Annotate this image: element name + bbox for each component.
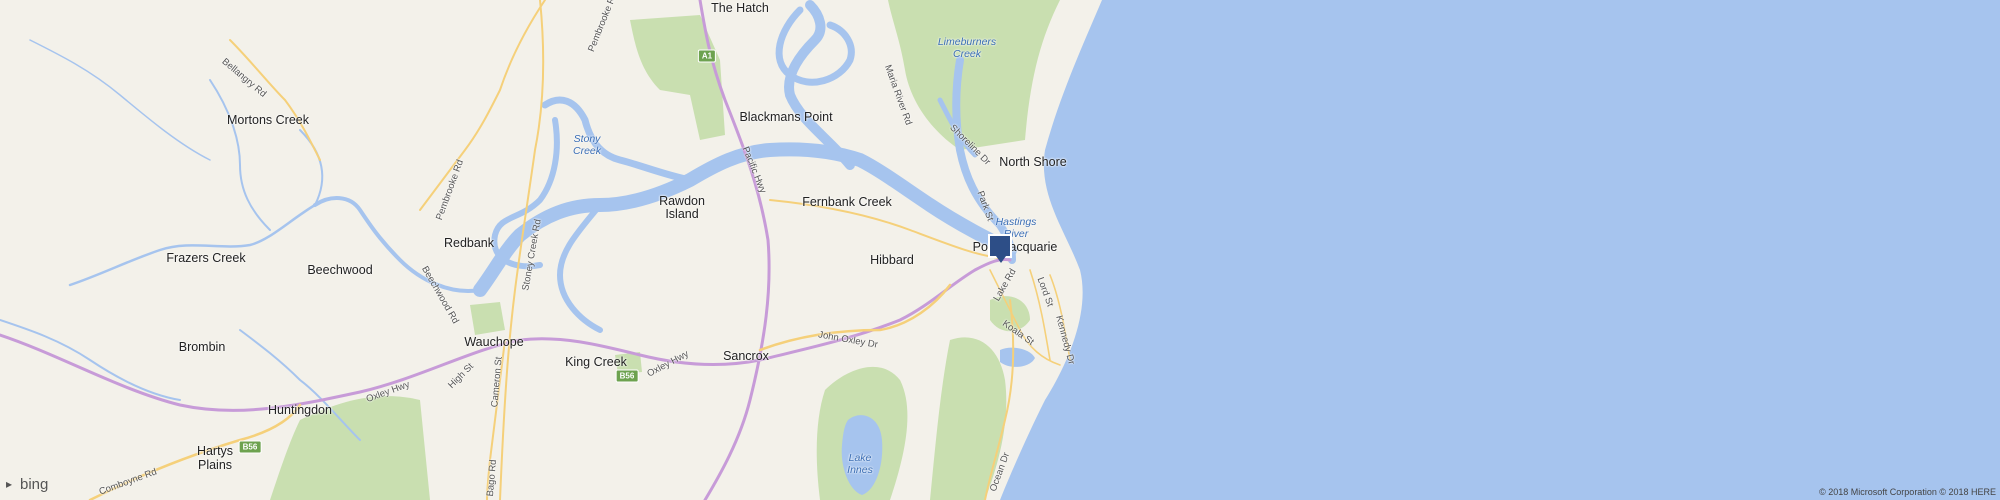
ocean xyxy=(1000,0,2000,500)
copyright-notice: © 2018 Microsoft Corporation © 2018 HERE xyxy=(1819,487,1996,497)
place-hartys-plains-line1: Hartys xyxy=(196,444,234,458)
place-sancrox: Sancrox xyxy=(723,349,769,363)
route-shield-b56-west: B56 xyxy=(238,440,262,454)
place-beechwood: Beechwood xyxy=(307,263,373,277)
water-stony-creek: Stony Creek xyxy=(572,133,601,157)
water-limeburners-creek: Limeburners Creek xyxy=(937,36,997,60)
bing-brand[interactable]: ▸ bing xyxy=(6,476,48,493)
bing-wordmark: bing xyxy=(20,476,49,493)
place-rawdon-island-line1: Rawdon xyxy=(659,194,705,208)
place-rawdon-island-line2: Island xyxy=(665,207,699,221)
bing-logo-icon: ▸ xyxy=(6,477,13,491)
water-lake-innes: Lake Innes xyxy=(847,452,873,476)
place-port-macquarie: Port Macquarie xyxy=(972,240,1058,254)
place-brombin: Brombin xyxy=(178,340,226,354)
place-north-shore: North Shore xyxy=(999,155,1067,169)
place-wauchope: Wauchope xyxy=(464,335,524,349)
route-shield-a1: A1 xyxy=(697,49,717,63)
place-mortons-creek: Mortons Creek xyxy=(227,113,309,127)
place-hibbard: Hibbard xyxy=(870,253,914,267)
place-king-creek: King Creek xyxy=(565,355,627,369)
place-fernbank-creek: Fernbank Creek xyxy=(802,195,892,209)
place-huntingdon: Huntingdon xyxy=(268,403,332,417)
place-hartys-plains-line2: Plains xyxy=(197,458,233,472)
route-shield-b56-east: B56 xyxy=(615,369,639,383)
place-the-hatch: The Hatch xyxy=(711,1,769,15)
place-frazers-creek: Frazers Creek xyxy=(166,251,246,265)
place-blackmans-point: Blackmans Point xyxy=(739,110,833,124)
location-pin[interactable] xyxy=(988,234,1012,263)
park-wauchope xyxy=(470,302,505,335)
place-redbank: Redbank xyxy=(443,236,495,250)
map-canvas[interactable]: The Hatch Mortons Creek Blackmans Point … xyxy=(0,0,2000,500)
